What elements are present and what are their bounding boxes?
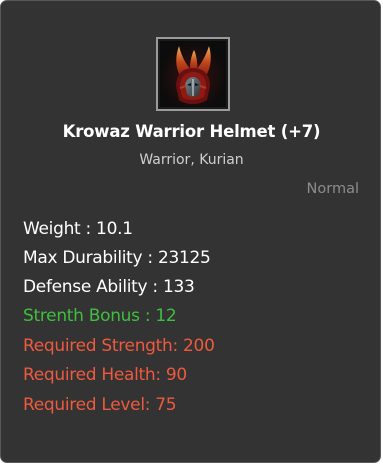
stat-weight: Weight : 10.1 [23,219,133,239]
item-name: Krowaz Warrior Helmet (+7) [62,122,321,141]
requirement-strength: Required Strength: 200 [23,336,215,356]
item-tooltip: Krowaz Warrior Helmet (+7) Warrior, Kuri… [0,0,381,463]
item-classes: Warrior, Kurian [139,152,244,168]
stat-strength-bonus: Strenth Bonus : 12 [23,306,177,326]
krowaz-warrior-helmet-icon [162,42,224,106]
requirement-health: Required Health: 90 [23,365,187,385]
item-icon-frame [156,37,230,111]
stat-defense-ability: Defense Ability : 133 [23,277,195,297]
item-grade: Normal [306,181,359,197]
requirement-level: Required Level: 75 [23,395,177,415]
stat-max-durability: Max Durability : 23125 [23,248,211,268]
